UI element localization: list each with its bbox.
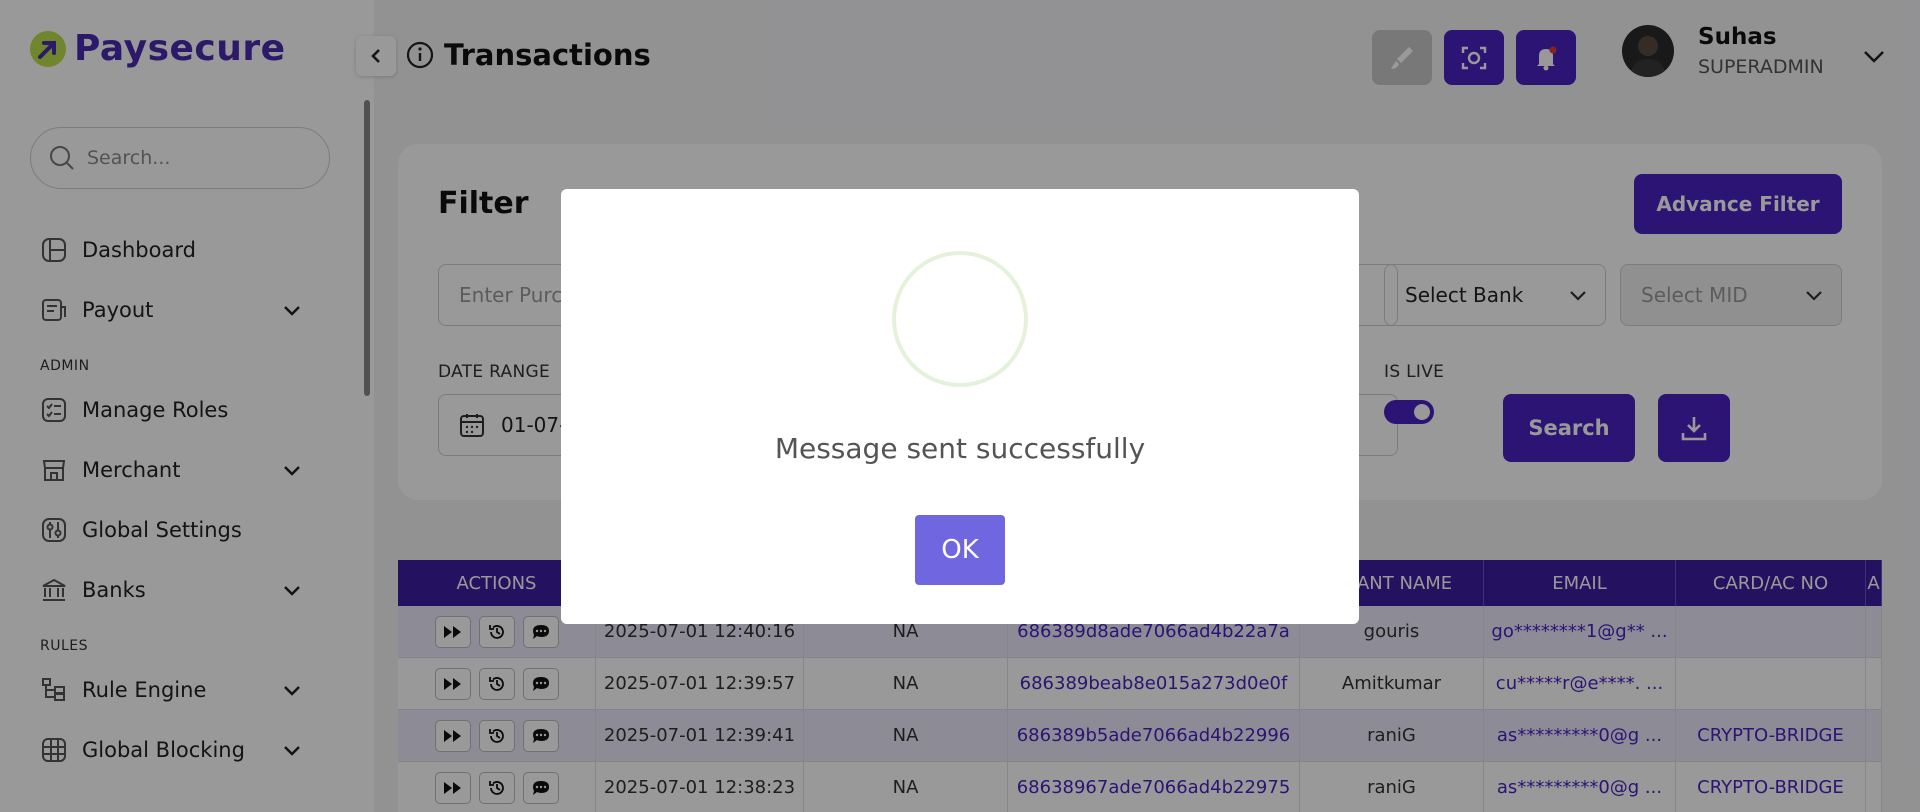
modal-message: Message sent successfully	[774, 432, 1146, 465]
success-icon	[892, 251, 1028, 387]
ok-button[interactable]: OK	[915, 515, 1005, 585]
success-modal: Message sent successfully OK	[561, 189, 1359, 624]
